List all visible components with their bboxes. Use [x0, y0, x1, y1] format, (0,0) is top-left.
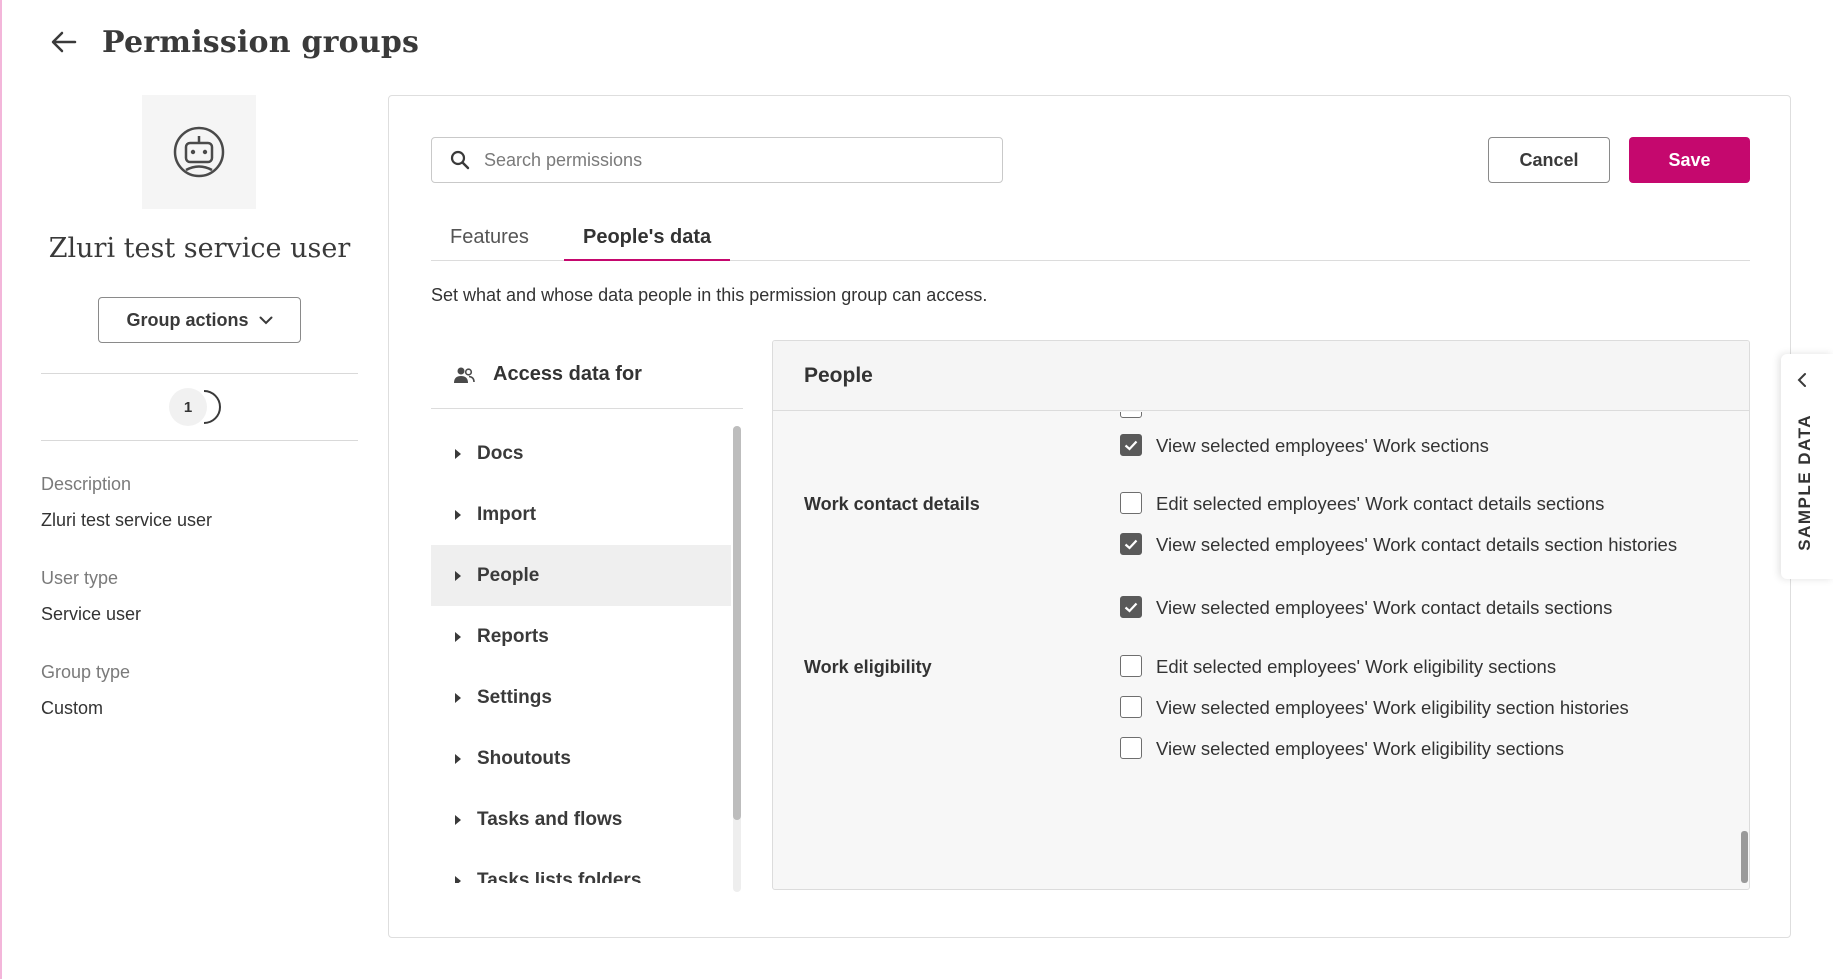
permission-label: View selected employees' Work contact de…	[1156, 534, 1678, 555]
access-list-scrollbar[interactable]	[733, 426, 741, 820]
access-item-label: Shoutouts	[477, 747, 571, 769]
permission-checkbox[interactable]	[1120, 434, 1142, 456]
permission-checkbox[interactable]	[1120, 737, 1142, 759]
caret-right-icon	[455, 692, 461, 703]
permission-label: Edit selected employees' Work contact de…	[1156, 493, 1605, 514]
description-value: Zluri test service user	[41, 510, 213, 530]
access-item-label: Tasks and flows	[477, 808, 623, 830]
access-item-docs[interactable]: Docs	[431, 423, 731, 484]
permission-checkbox[interactable]	[1120, 655, 1142, 677]
search-icon	[450, 150, 470, 170]
people-panel-title: People	[773, 341, 1749, 411]
access-item-label: Import	[477, 503, 537, 525]
access-item-label: Settings	[477, 686, 552, 708]
page-title: Permission groups	[102, 24, 420, 60]
permission-label: View selected employees' Work eligibilit…	[1156, 738, 1564, 759]
user-type-label: User type	[41, 568, 119, 588]
caret-right-icon	[455, 570, 461, 581]
access-item-settings[interactable]: Settings	[431, 667, 731, 728]
permission-checkbox[interactable]	[1120, 412, 1142, 418]
access-data-list: Docs Import People Reports Settings Shou…	[431, 423, 731, 883]
cancel-button[interactable]: Cancel	[1488, 137, 1610, 183]
tab-description: Set what and whose data people in this p…	[431, 285, 988, 305]
section-label-work-eligibility: Work eligibility	[804, 657, 932, 677]
description-label: Description	[41, 474, 132, 494]
access-item-shoutouts[interactable]: Shoutouts	[431, 728, 731, 789]
access-item-tasks-and-flows[interactable]: Tasks and flows	[431, 789, 731, 850]
checkmark-icon	[1124, 602, 1138, 613]
user-type-value: Service user	[41, 604, 142, 624]
permission-label: View selected employees' Work sections	[1156, 435, 1489, 456]
access-item-people[interactable]: People	[431, 545, 731, 606]
caret-right-icon	[455, 875, 461, 883]
group-name: Zluri test service user	[48, 233, 351, 264]
permission-checkbox[interactable]	[1120, 533, 1142, 555]
caret-right-icon	[455, 509, 461, 520]
access-item-reports[interactable]: Reports	[431, 606, 731, 667]
back-arrow-icon	[51, 31, 77, 53]
permission-label: Edit selected employees' Work eligibilit…	[1156, 656, 1557, 677]
permissions-card: Cancel Save Features People's data Set w…	[388, 95, 1791, 938]
access-data-header: Access data for	[431, 341, 743, 409]
permission-view-work-contact-details-histories[interactable]: View selected employees' Work contact de…	[1120, 531, 1716, 558]
access-item-label: Reports	[477, 625, 549, 647]
access-item-label: Tasks lists folders	[477, 869, 642, 884]
search-field[interactable]	[431, 137, 1003, 183]
chevron-left-icon	[1797, 373, 1806, 387]
checkmark-icon	[1124, 440, 1138, 451]
permission-checkbox[interactable]	[1120, 696, 1142, 718]
group-avatar	[142, 95, 256, 209]
page-header: Permission groups	[44, 22, 419, 62]
permission-edit-work-eligibility[interactable]: Edit selected employees' Work eligibilit…	[1120, 653, 1716, 680]
group-actions-button[interactable]: Group actions	[98, 297, 301, 343]
group-actions-label: Group actions	[126, 309, 249, 330]
permission-view-work-eligibility[interactable]: View selected employees' Work eligibilit…	[1120, 735, 1716, 762]
access-item-tasks-lists-folders[interactable]: Tasks lists folders	[431, 850, 731, 883]
access-data-title: Access data for	[493, 363, 642, 385]
people-panel-scrollbar[interactable]	[1741, 831, 1748, 883]
tab-bar: Features People's data	[431, 226, 1750, 261]
people-permissions-list: View selected employees' Work sections W…	[773, 412, 1749, 889]
permission-edit-work-contact-details[interactable]: Edit selected employees' Work contact de…	[1120, 490, 1716, 517]
permission-view-work-eligibility-histories[interactable]: View selected employees' Work eligibilit…	[1120, 694, 1716, 721]
access-item-label: People	[477, 564, 540, 586]
tab-features[interactable]: Features	[431, 226, 548, 261]
access-item-import[interactable]: Import	[431, 484, 731, 545]
sample-data-tab[interactable]: SAMPLE DATA	[1781, 354, 1833, 579]
section-label-work-contact-details: Work contact details	[804, 494, 980, 514]
group-type-label: Group type	[41, 662, 131, 682]
people-permissions-panel: People View selected employees' Work sec…	[772, 340, 1750, 890]
search-input[interactable]	[484, 149, 964, 171]
window-edge	[0, 0, 2, 979]
group-type-value: Custom	[41, 698, 104, 718]
permission-checkbox[interactable]	[1120, 596, 1142, 618]
sample-data-label: SAMPLE DATA	[1795, 414, 1814, 551]
chevron-down-icon	[259, 316, 272, 324]
permission-view-work-sections[interactable]: View selected employees' Work sections	[1120, 432, 1716, 459]
permission-label: View selected employees' Work eligibilit…	[1156, 697, 1629, 718]
save-button[interactable]: Save	[1629, 137, 1750, 183]
caret-right-icon	[455, 753, 461, 764]
checkmark-icon	[1124, 539, 1138, 550]
people-icon	[454, 367, 475, 383]
robot-icon	[173, 126, 225, 178]
caret-right-icon	[455, 631, 461, 642]
divider	[41, 440, 358, 441]
loading-spinner-icon	[203, 390, 221, 424]
permission-checkbox[interactable]	[1120, 492, 1142, 514]
permission-view-work-contact-details[interactable]: View selected employees' Work contact de…	[1120, 594, 1716, 621]
caret-right-icon	[455, 814, 461, 825]
caret-right-icon	[455, 448, 461, 459]
back-button[interactable]	[44, 22, 84, 62]
member-count-indicator[interactable]: 1	[169, 388, 229, 426]
permission-label: View selected employees' Work contact de…	[1156, 597, 1613, 618]
divider	[41, 373, 358, 374]
access-item-label: Docs	[477, 442, 524, 464]
tab-peoples-data[interactable]: People's data	[564, 226, 731, 261]
